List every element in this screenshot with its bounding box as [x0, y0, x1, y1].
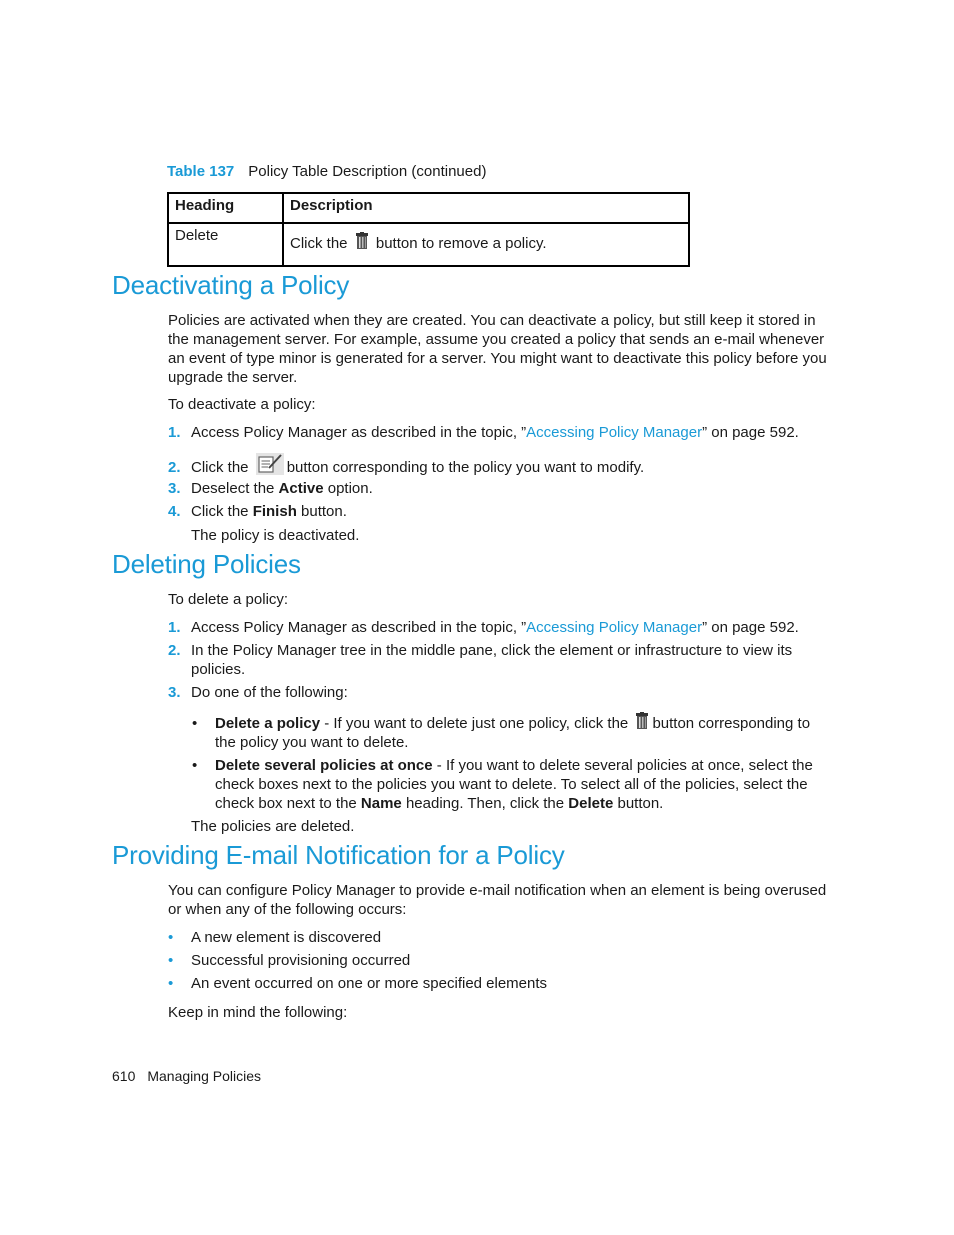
table-header-description: Description [282, 192, 690, 224]
policy-table: Heading Description Delete Click the but… [167, 192, 690, 267]
list-item-text: An event occurred on one or more specifi… [191, 975, 548, 992]
email-intro: You can configure Policy Manager to prov… [168, 881, 826, 919]
step-number: 1. [168, 424, 181, 441]
deactivating-intro: Policies are activated when they are cre… [168, 311, 827, 387]
step-text: Access Policy Manager as described in th… [191, 424, 527, 441]
option-text: button corresponding to [652, 715, 811, 732]
desc-text: button to remove a policy. [375, 235, 547, 252]
list-item: • An event occurred on one or more specif… [168, 974, 547, 997]
table-caption-label: Table 137 [167, 163, 235, 180]
table-header-row: Heading Description [167, 192, 690, 224]
finish-button-label: Finish [252, 503, 297, 520]
deactivating-step-2: 2. Click the button corresponding to the … [168, 453, 644, 477]
step-text: Do one of the following: [191, 684, 348, 701]
link-accessing-policy-manager[interactable]: Accessing Policy Manager [526, 424, 702, 441]
section-heading-deleting: Deleting Policies [112, 549, 301, 579]
table-cell-heading: Delete [167, 222, 284, 267]
option-text: button. [613, 795, 664, 812]
list-item: • A new element is discovered [168, 928, 547, 951]
deactivating-result: The policy is deactivated. [191, 527, 360, 544]
deleting-step-3: 3. Do one of the following: [168, 683, 348, 702]
bullet: • [192, 757, 198, 774]
trash-icon [355, 232, 368, 249]
email-closing: Keep in mind the following: [168, 1004, 348, 1021]
step-text: Click the [191, 503, 253, 520]
step-number: 2. [168, 642, 181, 659]
step-text: Access Policy Manager as described in th… [191, 619, 527, 636]
paragraph-line: or when any of the following occurs: [168, 901, 407, 918]
delete-option-multiple: • Delete several policies at once - If yo… [192, 756, 813, 813]
delete-button-label: Delete [568, 795, 614, 812]
option-text: - If you want to delete just one policy,… [320, 715, 629, 732]
step-number: 4. [168, 503, 181, 520]
deactivating-lead: To deactivate a policy: [168, 396, 316, 413]
trash-icon [636, 712, 649, 729]
edit-icon [255, 453, 284, 475]
name-heading-label: Name [360, 795, 402, 812]
table-header-heading: Heading [167, 192, 284, 224]
paragraph-line: an event of type minor is generated for … [168, 350, 827, 367]
table-cell-description: Click the button to remove a policy. [282, 222, 690, 267]
option-text: the policy you want to delete. [215, 734, 409, 751]
list-item: • Successful provisioning occurred [168, 951, 547, 974]
step-text: In the Policy Manager tree in the middle… [191, 642, 793, 659]
bullet: • [168, 929, 174, 946]
section-heading-email: Providing E-mail Notification for a Poli… [112, 840, 565, 870]
paragraph-line: upgrade the server. [168, 369, 298, 386]
table-row: Delete Click the button to remove a poli… [167, 222, 690, 267]
step-number: 3. [168, 684, 181, 701]
section-heading-deactivating: Deactivating a Policy [112, 270, 350, 300]
step-text: option. [323, 480, 373, 497]
deactivating-step-1: 1. Access Policy Manager as described in … [168, 423, 799, 442]
deleting-step-1: 1. Access Policy Manager as described in … [168, 618, 799, 637]
option-text: - If you want to delete several policies… [432, 757, 813, 774]
deactivating-step-4: 4. Click the Finish button. [168, 502, 347, 521]
deleting-result: The policies are deleted. [191, 818, 355, 835]
email-bullets: • A new element is discovered • Successful… [168, 928, 547, 997]
option-text: heading. Then, click the [401, 795, 569, 812]
option-text: check boxes next to the policies you wan… [215, 776, 808, 793]
step-text: ” on page 592. [702, 424, 799, 441]
footer-section: Managing Policies [147, 1068, 261, 1084]
bullet: • [168, 975, 174, 992]
link-accessing-policy-manager[interactable]: Accessing Policy Manager [526, 619, 702, 636]
step-number: 2. [168, 459, 181, 476]
option-title: Delete several policies at once [215, 757, 433, 774]
desc-text: Click the [290, 235, 348, 252]
active-option-label: Active [278, 480, 324, 497]
table-caption-text: Policy Table Description (continued) [248, 163, 487, 180]
step-text: Deselect the [191, 480, 279, 497]
paragraph-line: Policies are activated when they are cre… [168, 312, 816, 329]
page-number: 610 [112, 1068, 136, 1084]
step-text: Click the [191, 459, 249, 476]
step-text: button. [296, 503, 347, 520]
step-number: 3. [168, 480, 181, 497]
table-caption: Table 137 Policy Table Description (conti… [167, 163, 486, 180]
paragraph-line: You can configure Policy Manager to prov… [168, 882, 827, 899]
bullet: • [192, 715, 198, 732]
deactivating-step-3: 3. Deselect the Active option. [168, 479, 373, 498]
list-item-text: A new element is discovered [191, 929, 382, 946]
option-text: check box next to the [215, 795, 361, 812]
delete-option-single: • Delete a policy - If you want to delete… [192, 712, 810, 752]
deleting-lead: To delete a policy: [168, 591, 289, 608]
paragraph-line: the management server. For example, assu… [168, 331, 825, 348]
page-footer: 610 Managing Policies [112, 1068, 261, 1084]
bullet: • [168, 952, 174, 969]
step-text: button corresponding to the policy you w… [286, 459, 645, 476]
step-text: policies. [191, 661, 246, 678]
option-title: Delete a policy [215, 715, 321, 732]
step-number: 1. [168, 619, 181, 636]
deleting-step-2: 2. In the Policy Manager tree in the midd… [168, 641, 792, 679]
step-text: ” on page 592. [702, 619, 799, 636]
list-item-text: Successful provisioning occurred [191, 952, 411, 969]
